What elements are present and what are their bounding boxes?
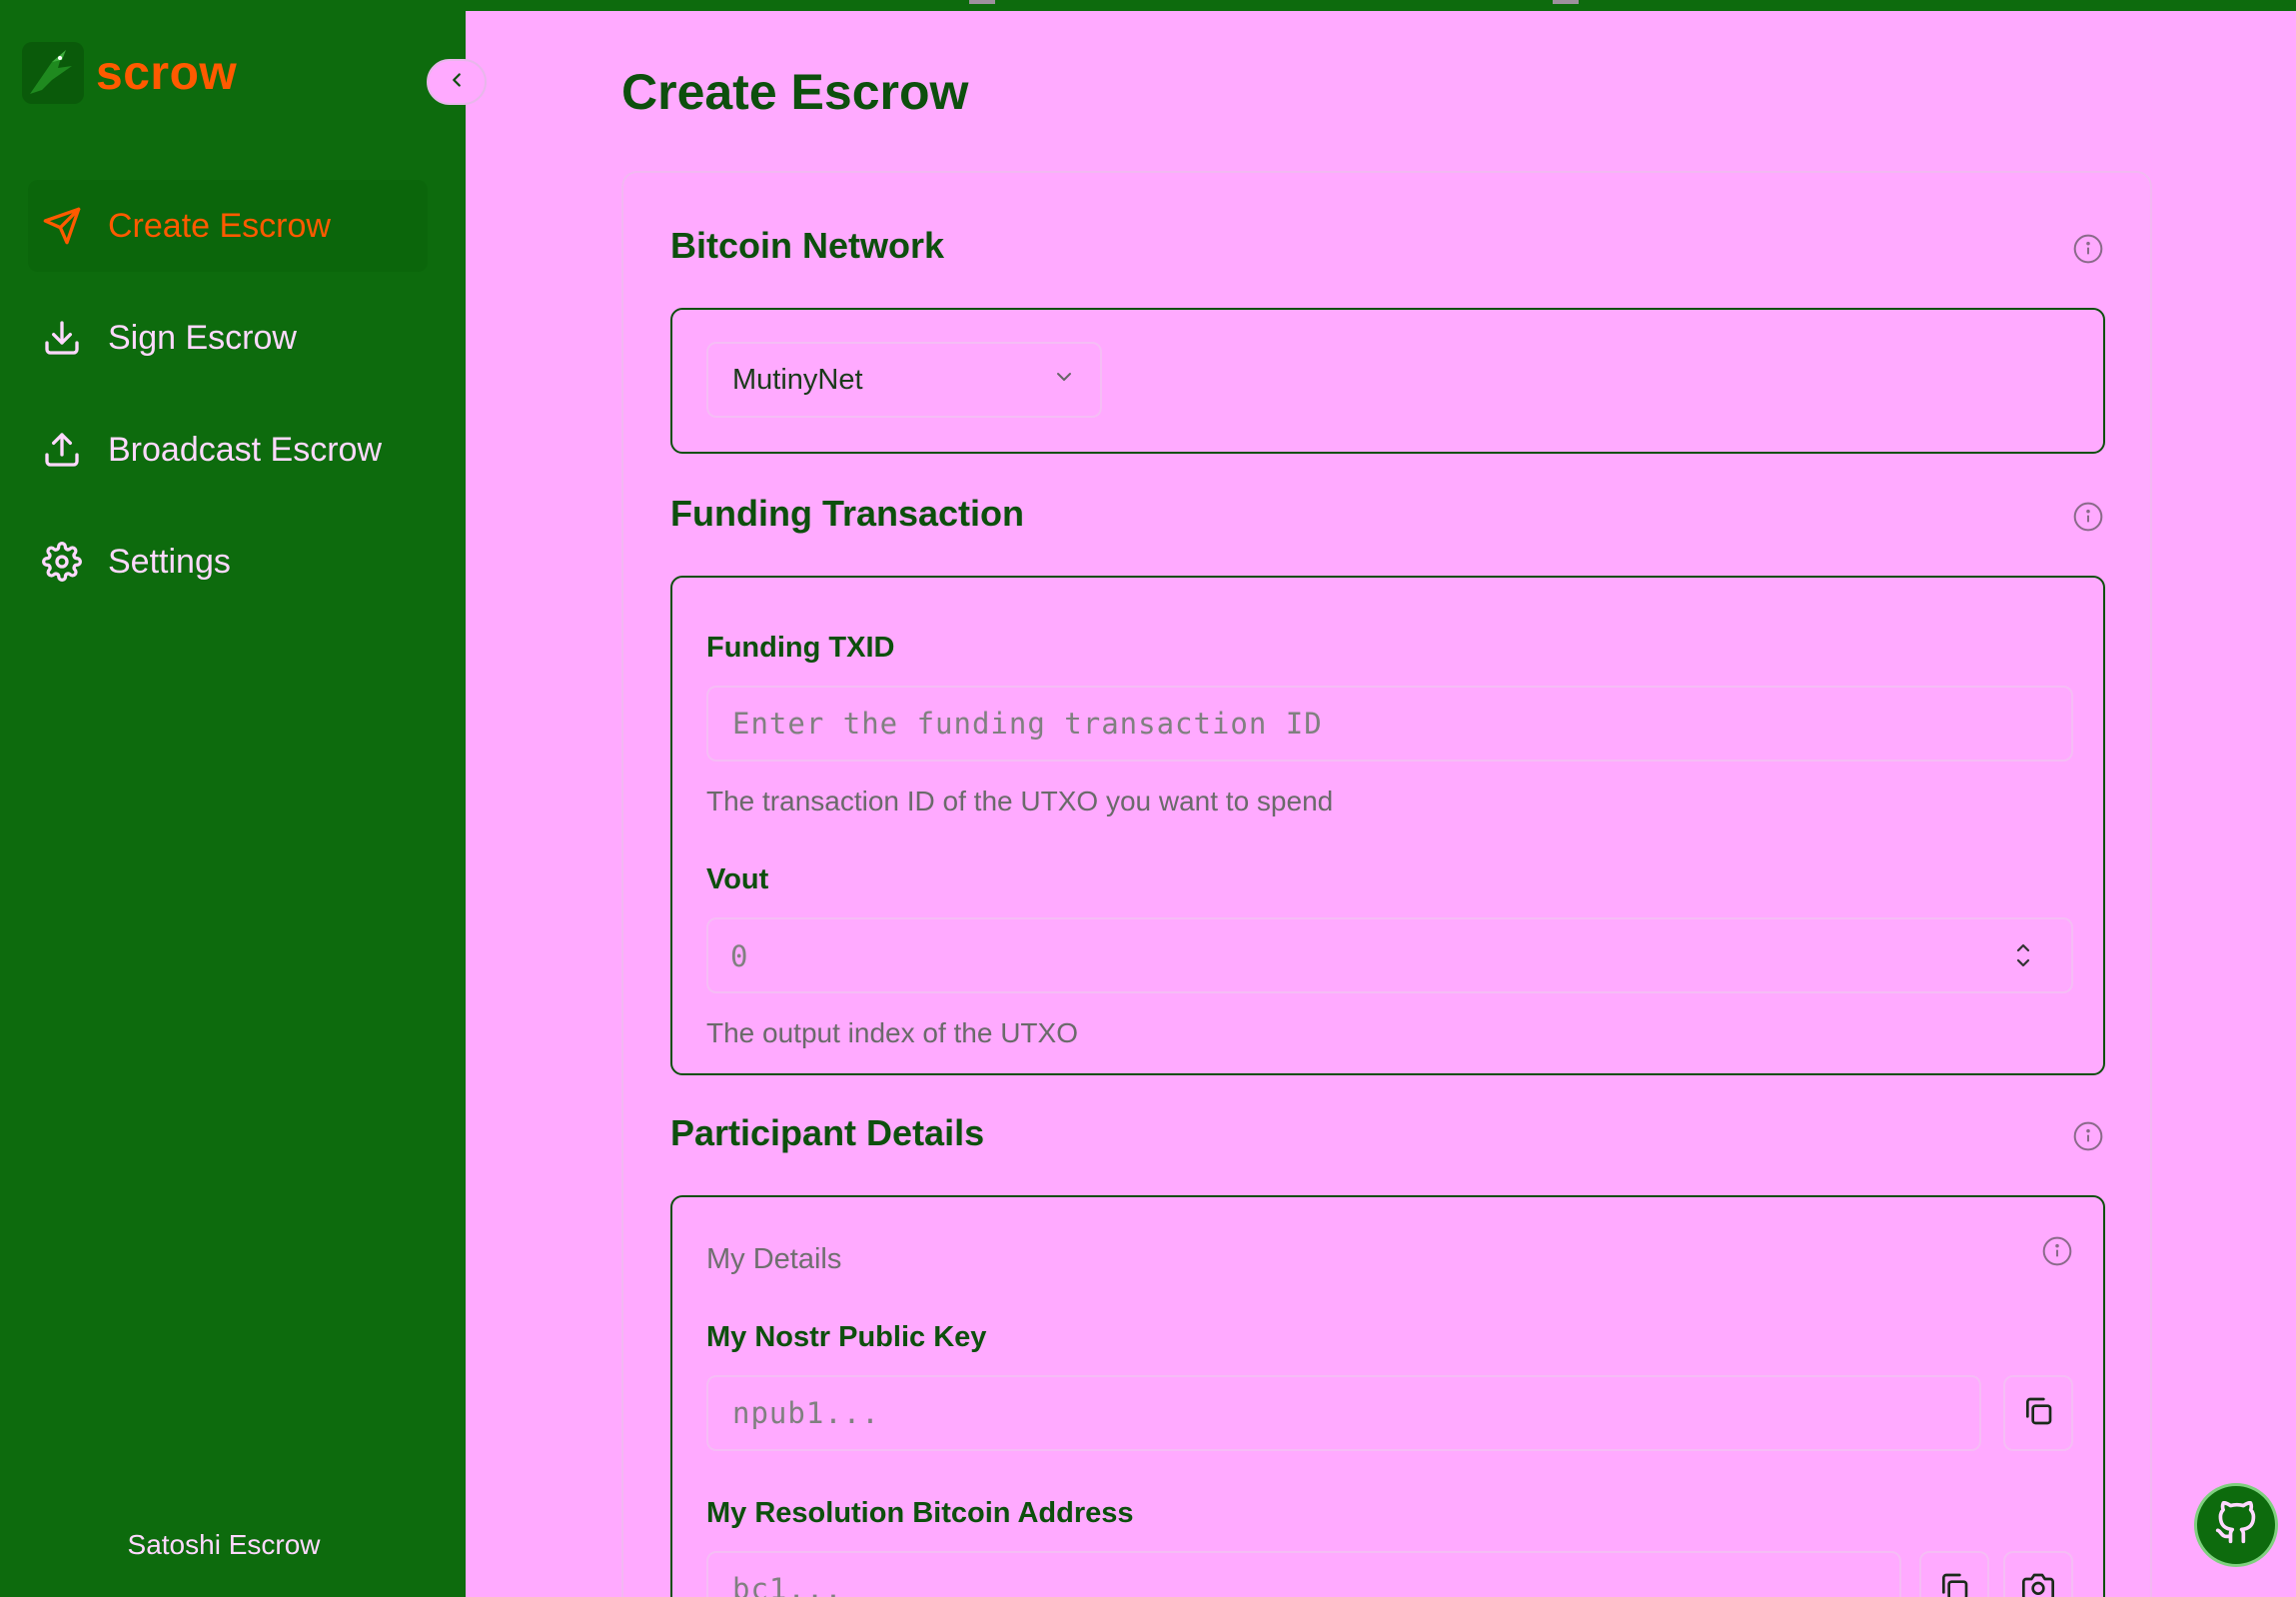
brand[interactable]: scrow xyxy=(22,40,237,106)
vout-help: The output index of the UTXO xyxy=(706,1017,1078,1048)
info-icon[interactable] xyxy=(2041,1235,2073,1267)
my-details-label: My Details xyxy=(706,1243,842,1275)
gear-icon xyxy=(42,542,82,582)
network-select-value: MutinyNet xyxy=(732,363,863,396)
upload-icon xyxy=(42,430,82,470)
funding-txid-input[interactable] xyxy=(706,686,2073,762)
network-box: MutinyNet xyxy=(670,308,2105,454)
brand-name: scrow xyxy=(96,46,238,100)
vout-input[interactable] xyxy=(706,917,2073,993)
funding-txid-help: The transaction ID of the UTXO you want … xyxy=(706,786,1334,816)
github-icon xyxy=(2214,1500,2258,1550)
send-icon xyxy=(42,206,82,246)
sidebar-item-label: Broadcast Escrow xyxy=(108,430,382,469)
vout-stepper-icon[interactable] xyxy=(2008,935,2038,975)
sidebar-item-label: Create Escrow xyxy=(108,206,331,245)
page-title: Create Escrow xyxy=(621,64,969,120)
sidebar-item-sign-escrow[interactable]: Sign Escrow xyxy=(28,292,428,384)
info-icon[interactable] xyxy=(2072,501,2104,533)
chevron-left-icon xyxy=(446,69,468,96)
sidebar-footer: Satoshi Escrow xyxy=(127,1529,321,1560)
vout-value: 0 xyxy=(730,939,748,973)
bird-logo-icon xyxy=(22,42,84,104)
download-icon xyxy=(42,318,82,358)
sidebar-item-label: Sign Escrow xyxy=(108,318,297,357)
sidebar-item-label: Settings xyxy=(108,542,231,581)
copy-button[interactable] xyxy=(2003,1375,2073,1451)
funding-txid-label: Funding TXID xyxy=(706,632,895,664)
section-title-funding: Funding Transaction xyxy=(670,493,1025,534)
copy-icon xyxy=(2022,1395,2054,1432)
top-strip-mark xyxy=(1553,0,1579,4)
github-button[interactable] xyxy=(2194,1483,2278,1567)
scan-qr-button[interactable] xyxy=(2003,1551,2073,1597)
copy-icon xyxy=(1938,1571,1970,1597)
sidebar: scrow Create Escrow Sign Escrow Broadcas… xyxy=(0,0,466,1597)
sidebar-item-create-escrow[interactable]: Create Escrow xyxy=(28,180,428,272)
funding-box: Funding TXID The transaction ID of the U… xyxy=(670,576,2105,1075)
main-content: Create Escrow Bitcoin Network MutinyNet … xyxy=(466,11,2296,1597)
chevron-down-icon xyxy=(1052,364,1076,397)
resolution-address-input[interactable] xyxy=(706,1551,1901,1597)
section-title-participants: Participant Details xyxy=(670,1112,985,1153)
nostr-pubkey-input[interactable] xyxy=(706,1375,1981,1451)
network-select[interactable]: MutinyNet xyxy=(706,342,1102,418)
participants-box: My Details My Nostr Public Key My Resolu… xyxy=(670,1195,2105,1597)
copy-button[interactable] xyxy=(1919,1551,1989,1597)
camera-icon xyxy=(2022,1571,2054,1597)
info-icon[interactable] xyxy=(2072,1120,2104,1152)
vout-label: Vout xyxy=(706,863,769,895)
sidebar-nav: Create Escrow Sign Escrow Broadcast Escr… xyxy=(28,180,428,628)
info-icon[interactable] xyxy=(2072,233,2104,265)
sidebar-item-settings[interactable]: Settings xyxy=(28,516,428,608)
resolution-address-label: My Resolution Bitcoin Address xyxy=(706,1497,1134,1529)
section-title-network: Bitcoin Network xyxy=(670,225,945,266)
sidebar-item-broadcast-escrow[interactable]: Broadcast Escrow xyxy=(28,404,428,496)
top-strip-mark xyxy=(969,0,995,4)
nostr-pubkey-label: My Nostr Public Key xyxy=(706,1321,987,1353)
